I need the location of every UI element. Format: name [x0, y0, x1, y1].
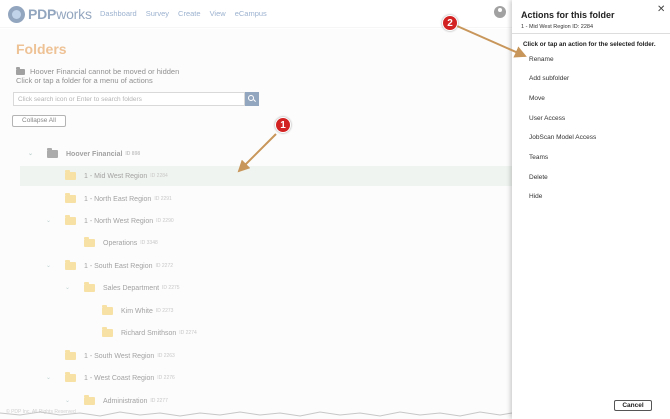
callout-arrow-2 — [456, 25, 527, 58]
callout-arrow-1 — [237, 133, 277, 173]
callout-arrows — [237, 25, 527, 173]
callout-badge-1: 1 — [275, 117, 291, 133]
callout-badge-2: 2 — [442, 15, 458, 31]
